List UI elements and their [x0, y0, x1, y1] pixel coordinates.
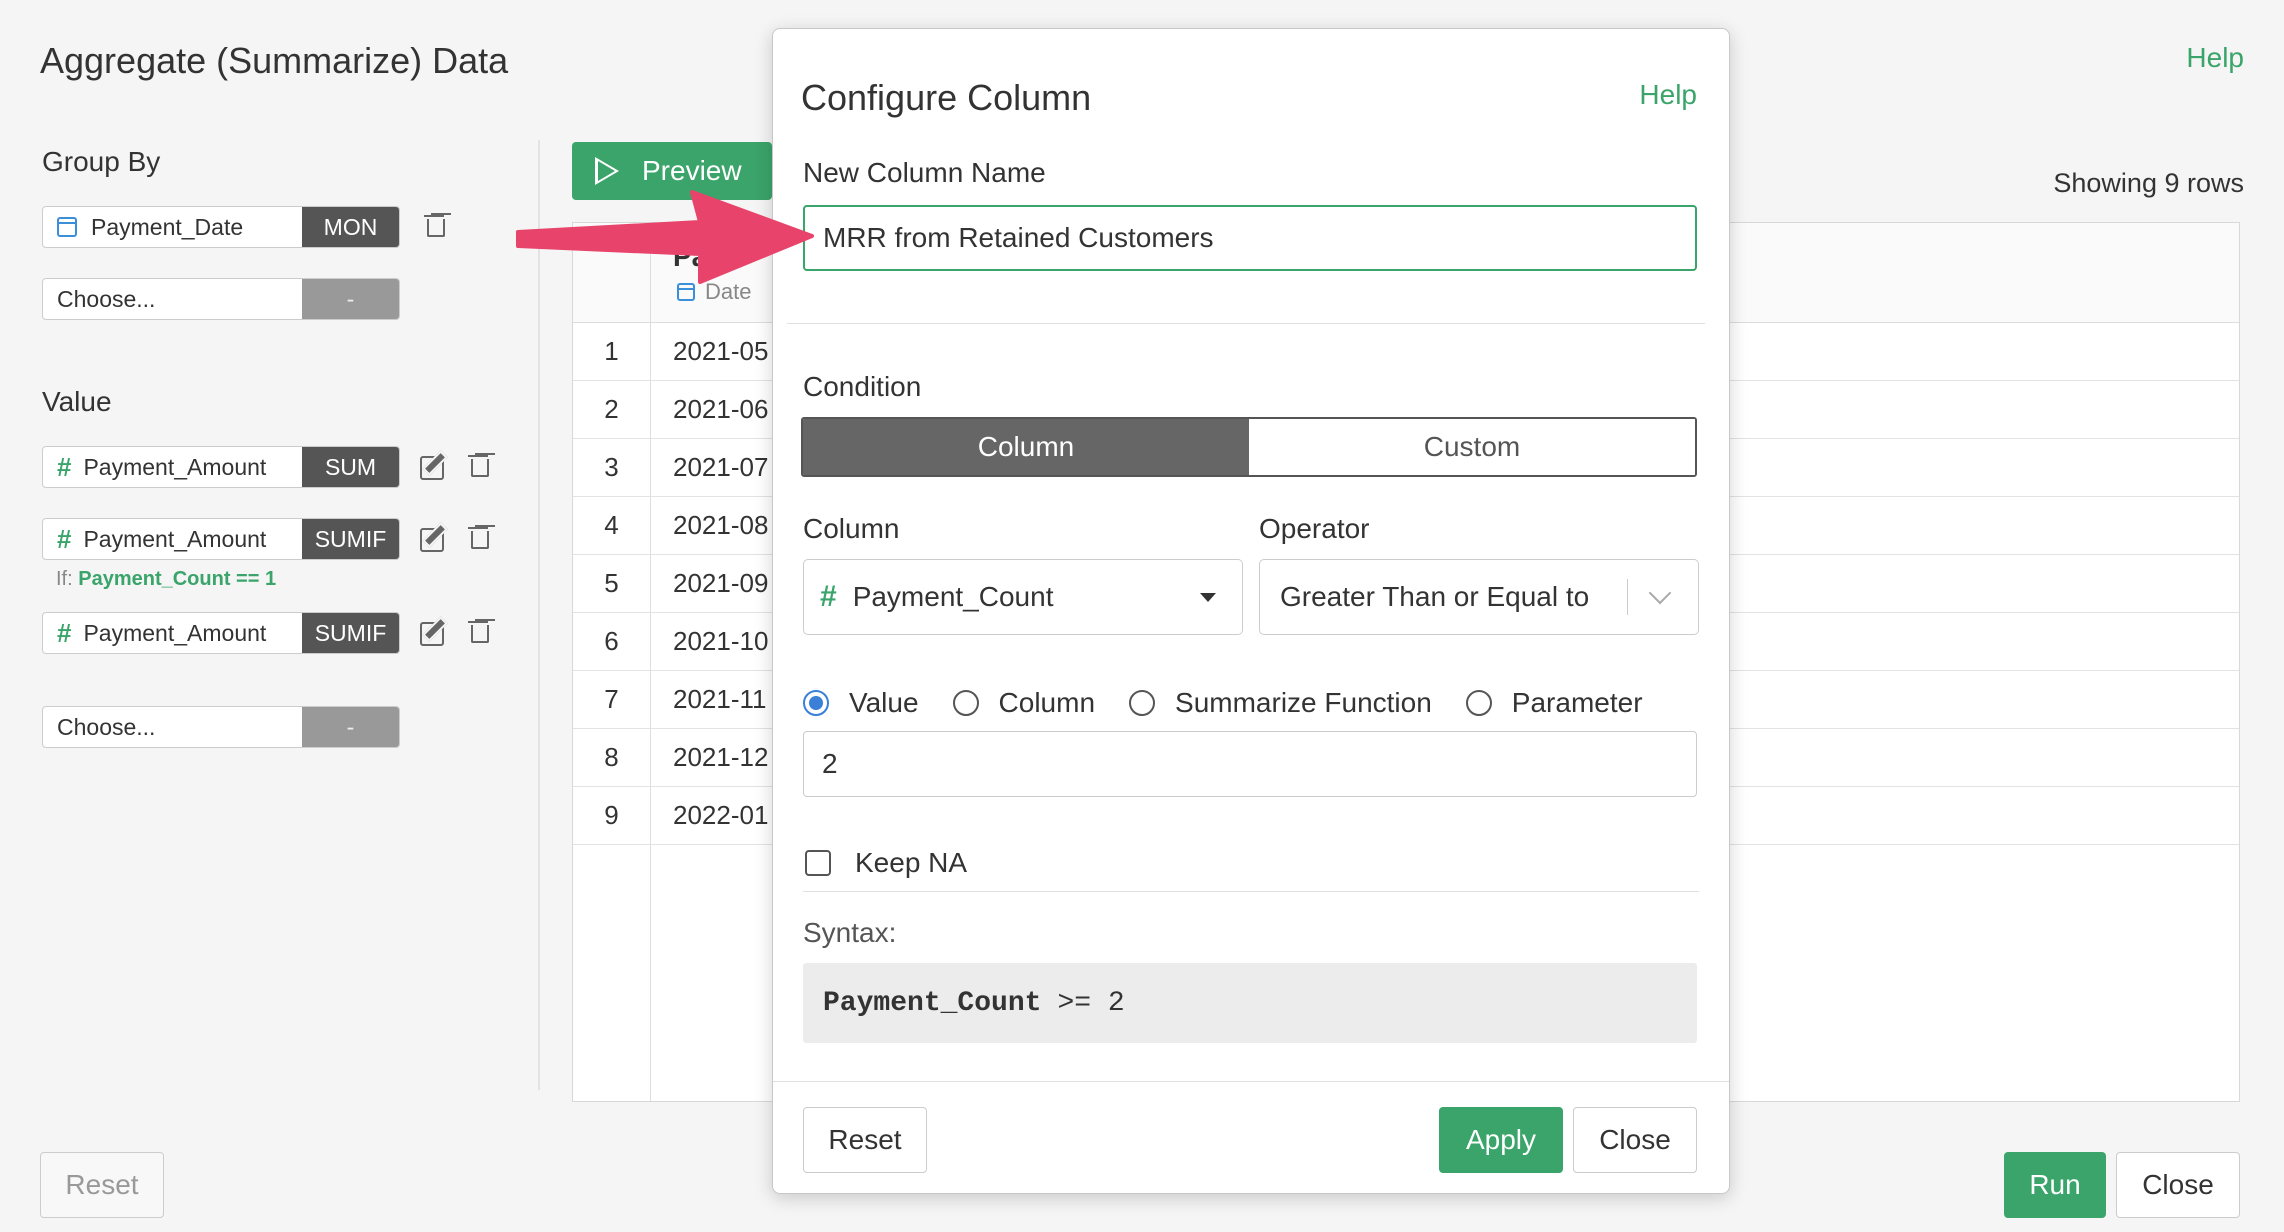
hash-icon: #	[57, 451, 72, 482]
close-button[interactable]: Close	[2116, 1152, 2240, 1218]
value-input[interactable]	[803, 731, 1697, 797]
syntax-label: Syntax:	[803, 917, 897, 948]
trash-icon[interactable]	[424, 214, 445, 237]
field-name: Choose...	[57, 285, 156, 312]
edit-icon[interactable]	[420, 618, 446, 646]
calendar-icon	[57, 217, 77, 237]
operator-select-value: Greater Than or Equal to	[1280, 581, 1590, 612]
trash-icon[interactable]	[468, 526, 489, 549]
radio-parameter[interactable]: Parameter	[1465, 687, 1643, 719]
radio-value[interactable]: Value	[803, 687, 919, 719]
group-by-choose[interactable]: Choose... -	[42, 278, 400, 320]
hash-icon: #	[820, 580, 837, 613]
function-tag[interactable]: -	[302, 707, 399, 747]
operator-select[interactable]: Greater Than or Equal to	[1259, 559, 1699, 635]
dialog-reset-button[interactable]: Reset	[803, 1107, 927, 1173]
dialog-close-button[interactable]: Close	[1573, 1107, 1697, 1173]
radio-column[interactable]: Column	[952, 687, 1095, 719]
hash-icon: #	[57, 617, 72, 648]
configure-column-dialog: Configure Column Help New Column Name Co…	[772, 28, 1730, 1194]
field-name: Choose...	[57, 713, 156, 740]
keep-na-label: Keep NA	[855, 847, 968, 878]
value-field-3[interactable]: # Payment_Amount SUMIF	[42, 612, 400, 654]
reset-button[interactable]: Reset	[40, 1152, 164, 1218]
radio-summarize-function[interactable]: Summarize Function	[1129, 687, 1432, 719]
field-name: Payment_Amount	[83, 453, 267, 480]
value-label: Value	[42, 386, 112, 417]
condition-note: If: Payment_Count == 1	[56, 568, 276, 591]
caret-down-icon	[1200, 592, 1216, 602]
field-name: Payment_Amount	[83, 619, 267, 646]
value-type-radio-group: Value Column Summarize Function Paramete…	[803, 687, 1677, 719]
condition-expression: Payment_Count == 1	[78, 568, 277, 590]
row-count: Showing 9 rows	[2053, 168, 2244, 198]
value-field-2[interactable]: # Payment_Amount SUMIF	[42, 518, 400, 560]
page-title: Aggregate (Summarize) Data	[40, 40, 509, 81]
edit-icon[interactable]	[420, 452, 446, 480]
syntax-operator: >= 2	[1057, 987, 1125, 1019]
help-link[interactable]: Help	[2186, 42, 2244, 74]
keep-na-checkbox[interactable]	[805, 850, 831, 876]
dialog-title: Configure Column	[801, 77, 1092, 118]
run-button[interactable]: Run	[2004, 1152, 2106, 1218]
function-tag[interactable]: -	[302, 279, 399, 319]
syntax-preview: Payment_Count >= 2	[803, 963, 1697, 1043]
trash-icon[interactable]	[468, 620, 489, 643]
keep-na-option[interactable]: Keep NA	[805, 847, 967, 879]
field-name: Payment_Amount	[83, 525, 267, 552]
condition-prefix: If:	[56, 568, 73, 590]
field-name: Payment_Date	[91, 213, 244, 240]
condition-type-toggle: Column Custom	[801, 417, 1697, 477]
pointer-arrow	[516, 190, 814, 284]
value-choose[interactable]: Choose... -	[42, 706, 400, 748]
function-tag[interactable]: SUM	[302, 447, 399, 487]
value-field-1[interactable]: # Payment_Amount SUM	[42, 446, 400, 488]
trash-icon[interactable]	[468, 454, 489, 477]
function-tag[interactable]: SUMIF	[302, 519, 399, 559]
operator-label: Operator	[1259, 513, 1370, 544]
group-by-field-payment-date[interactable]: Payment_Date MON	[42, 206, 400, 248]
dialog-help-link[interactable]: Help	[1639, 79, 1697, 111]
condition-label: Condition	[803, 371, 922, 402]
hash-icon: #	[57, 523, 72, 554]
function-tag[interactable]: MON	[302, 207, 399, 247]
new-column-name-input[interactable]	[803, 205, 1697, 271]
tab-custom[interactable]: Custom	[1249, 419, 1695, 475]
syntax-column: Payment_Count	[823, 987, 1042, 1019]
new-column-name-label: New Column Name	[803, 157, 1046, 188]
group-by-label: Group By	[42, 146, 161, 177]
column-label: Column	[803, 513, 900, 544]
tab-column[interactable]: Column	[803, 419, 1249, 475]
chevron-down-icon	[1648, 581, 1672, 605]
column-select[interactable]: # Payment_Count	[803, 559, 1243, 635]
column-select-value: Payment_Count	[852, 581, 1054, 612]
function-tag[interactable]: SUMIF	[302, 613, 399, 653]
apply-button[interactable]: Apply	[1439, 1107, 1563, 1173]
edit-icon[interactable]	[420, 524, 446, 552]
